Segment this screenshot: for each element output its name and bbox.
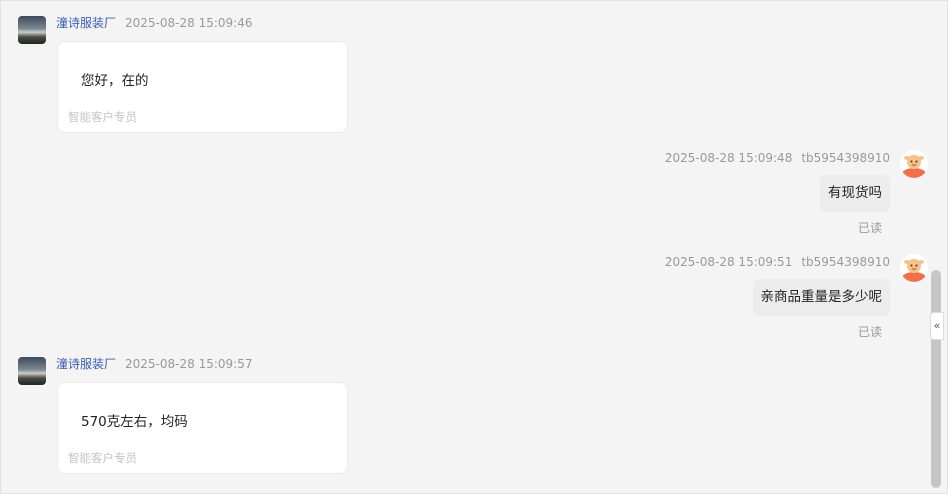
user-id[interactable]: tb5954398910 [801, 255, 890, 269]
message-bubble[interactable]: 亲商品重量是多少呢 [752, 279, 890, 316]
message-bubble[interactable]: 有现货吗 [820, 175, 890, 212]
scrollbar[interactable] [931, 270, 941, 488]
message-meta: 2025-08-28 15:09:48 tb5954398910 [665, 151, 890, 165]
message-time: 2025-08-28 15:09:48 [664, 151, 793, 165]
sender-name[interactable]: 潼诗服装厂 [56, 357, 116, 371]
message-text: 570克左右，均码 [81, 414, 188, 430]
read-status: 已读 [857, 221, 882, 235]
chat-panel: 潼诗服装厂 2025-08-28 15:09:46 您好，在的 智能客户专员 20… [0, 0, 948, 494]
user-avatar[interactable] [900, 254, 928, 282]
message-time: 2025-08-28 15:09:57 [125, 357, 253, 371]
message-card[interactable]: 您好，在的 智能客户专员 [57, 41, 348, 133]
cartoon-avatar-icon [902, 259, 926, 282]
message-meta: 2025-08-28 15:09:51 tb5954398910 [665, 255, 890, 269]
message-card[interactable]: 570克左右，均码 智能客户专员 [57, 382, 348, 474]
read-status: 已读 [857, 325, 882, 339]
message-meta: 潼诗服装厂 2025-08-28 15:09:57 [56, 357, 252, 371]
double-chevron-left-icon: « [933, 319, 941, 332]
message-text: 您好，在的 [81, 73, 149, 89]
collapse-panel-button[interactable]: « [930, 312, 944, 340]
user-avatar[interactable] [900, 150, 928, 178]
sender-name[interactable]: 潼诗服装厂 [56, 16, 116, 30]
message-meta: 潼诗服装厂 2025-08-28 15:09:46 [56, 16, 252, 30]
cartoon-avatar-icon [902, 155, 926, 178]
agent-label: 智能客户专员 [68, 110, 137, 124]
shop-avatar[interactable] [18, 16, 46, 44]
shop-avatar[interactable] [18, 357, 46, 385]
message-time: 2025-08-28 15:09:46 [125, 16, 253, 30]
message-time: 2025-08-28 15:09:51 [664, 255, 793, 269]
agent-label: 智能客户专员 [68, 451, 137, 465]
user-id[interactable]: tb5954398910 [801, 151, 890, 165]
